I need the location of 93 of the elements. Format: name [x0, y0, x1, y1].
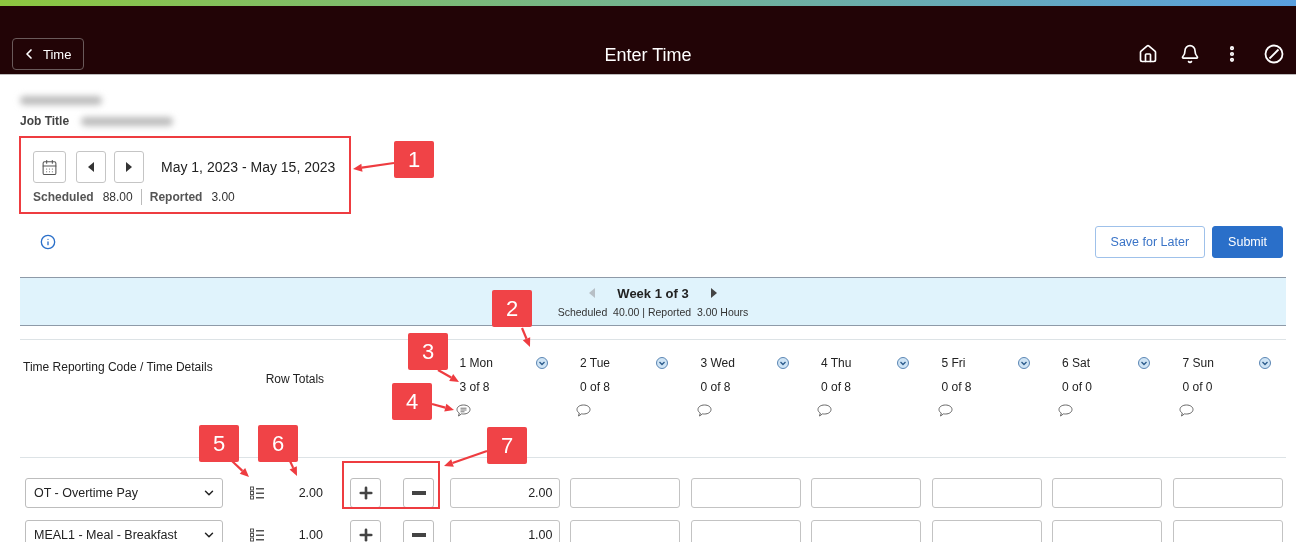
minus-icon: [411, 491, 426, 495]
comment-icon[interactable]: [1058, 404, 1073, 417]
hours-input[interactable]: [690, 478, 801, 508]
reported-label: Reported: [149, 190, 203, 204]
day-hours: 0 of 8: [580, 380, 611, 394]
hours-input[interactable]: [570, 478, 680, 508]
day-label: 3 Wed: [700, 356, 735, 370]
page-title: Enter Time: [603, 45, 693, 66]
row-total: 2.00: [297, 486, 323, 500]
scheduled-label: Scheduled: [33, 190, 94, 204]
dropdown-icon[interactable]: [1017, 357, 1030, 369]
hours-input[interactable]: [570, 520, 680, 542]
hours-input[interactable]: [1052, 478, 1162, 508]
add-button[interactable]: [350, 520, 381, 542]
next-week-icon[interactable]: [710, 288, 717, 298]
back-button[interactable]: Time: [12, 38, 85, 70]
dropdown-icon[interactable]: [1258, 357, 1271, 369]
code-select[interactable]: OT - Overtime Pay: [25, 478, 223, 508]
callout-arrow: [521, 327, 531, 347]
dropdown-icon[interactable]: [1138, 357, 1150, 369]
dropdown-icon[interactable]: [776, 357, 789, 369]
reported-value: 3.00: [211, 190, 235, 204]
remove-button[interactable]: [403, 520, 434, 542]
day-hours: 3 of 8: [459, 380, 490, 394]
hours-input[interactable]: [931, 520, 1042, 542]
bell-icon[interactable]: [1180, 44, 1200, 64]
minus-icon: [411, 533, 426, 537]
week-title: Week 1 of 3: [617, 285, 689, 301]
week-summary: Scheduled 40.00 | Reported 3.00 Hours: [557, 305, 749, 318]
day-hours: 0 of 0: [1062, 380, 1093, 394]
comment-icon[interactable]: [937, 404, 953, 417]
save-button[interactable]: Save for Later: [1094, 226, 1206, 258]
add-button[interactable]: [350, 478, 381, 508]
day-label: 6 Sat: [1062, 356, 1091, 370]
submit-button[interactable]: Submit: [1212, 226, 1283, 258]
hours-input[interactable]: [1172, 478, 1283, 508]
right-triangle-icon[interactable]: [126, 162, 132, 172]
next-button[interactable]: [114, 151, 144, 183]
column-heading: Row Totals: [265, 372, 325, 386]
callout-number: 7: [487, 427, 527, 464]
callout-arrow: [437, 369, 459, 382]
comment-icon[interactable]: [817, 404, 832, 417]
job-title-label: Job Title: [20, 114, 70, 128]
dropdown-icon[interactable]: [535, 357, 548, 369]
callout-arrow: [444, 449, 488, 467]
list-icon[interactable]: [250, 528, 264, 542]
remove-button[interactable]: [403, 478, 434, 508]
hours-input[interactable]: [931, 478, 1042, 508]
hours-input[interactable]: [811, 478, 921, 508]
hours-input[interactable]: [811, 520, 921, 542]
day-label: 4 Thu: [821, 356, 852, 370]
callout-arrow: [431, 402, 454, 412]
hours-input[interactable]: [690, 520, 801, 542]
list-icon[interactable]: [250, 486, 264, 500]
code-select[interactable]: MEAL1 - Meal - Breakfast: [25, 520, 223, 542]
day-hours: 0 of 8: [821, 380, 852, 394]
day-label: 7 Sun: [1182, 356, 1214, 370]
hours-input[interactable]: [1172, 520, 1283, 542]
day-label: 5 Fri: [941, 356, 966, 370]
hours-input[interactable]: 1.00: [449, 520, 560, 542]
date-range: May 1, 2023 - May 15, 2023: [161, 159, 336, 175]
day-hours: 0 of 8: [700, 380, 731, 394]
comment-icon[interactable]: [1178, 404, 1194, 417]
dropdown-icon[interactable]: [897, 357, 909, 369]
callout-arrow: [231, 460, 249, 477]
callout-number: 3: [408, 333, 448, 370]
scheduled-value: 88.00: [102, 190, 133, 204]
dropdown-icon[interactable]: [656, 357, 668, 369]
row-total: 1.00: [297, 528, 323, 542]
info-icon[interactable]: [40, 234, 56, 250]
callout-number: 4: [392, 383, 432, 420]
day-label: 2 Tue: [580, 356, 611, 370]
callout-number: 1: [394, 141, 434, 178]
left-triangle-icon[interactable]: [88, 162, 94, 172]
comment-filled-icon[interactable]: [455, 404, 471, 417]
comment-icon[interactable]: [696, 404, 712, 417]
day-hours: 0 of 8: [941, 380, 972, 394]
home-icon[interactable]: [1138, 44, 1158, 64]
previous-button[interactable]: [76, 151, 106, 183]
callout-number: 2: [492, 290, 532, 327]
column-heading: Time Reporting Code / Time Details: [23, 360, 213, 374]
day-label: 1 Mon: [459, 356, 493, 370]
day-hours: 0 of 0: [1182, 380, 1213, 394]
hours-input[interactable]: [1052, 520, 1162, 542]
hours-input[interactable]: 2.00: [449, 478, 560, 508]
slashed-circle-icon[interactable]: [1264, 44, 1284, 64]
callout-number: 5: [199, 425, 239, 462]
calendar-button[interactable]: [33, 151, 66, 183]
callout-arrow: [289, 460, 297, 476]
comment-icon[interactable]: [576, 404, 591, 417]
callout-number: 6: [258, 425, 298, 462]
callout-arrow: [353, 161, 395, 172]
calendar-icon: [41, 158, 58, 176]
